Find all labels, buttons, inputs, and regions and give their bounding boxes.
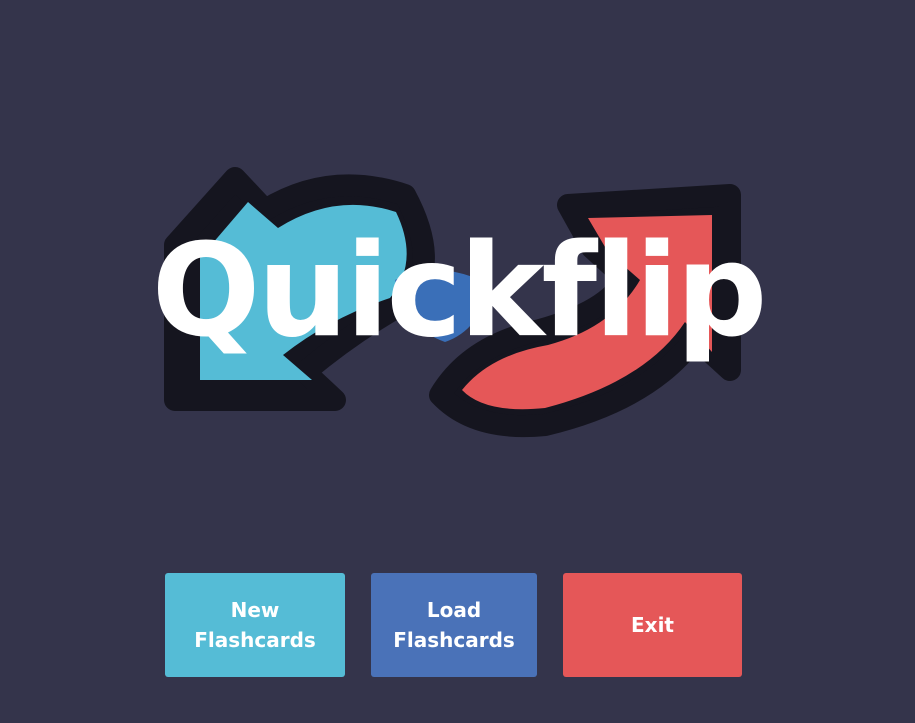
- load-flashcards-label-line1: Load: [426, 598, 482, 622]
- exit-label: Exit: [631, 613, 674, 637]
- app-title: Quickflip: [151, 217, 768, 366]
- new-flashcards-label-line1: New: [230, 598, 280, 622]
- new-flashcards-label-line2: Flashcards: [194, 628, 316, 652]
- new-flashcards-button[interactable]: New Flashcards: [165, 573, 345, 677]
- exit-button[interactable]: Exit: [563, 573, 742, 677]
- load-flashcards-button[interactable]: Load Flashcards: [371, 573, 537, 677]
- load-flashcards-label-line2: Flashcards: [393, 628, 515, 652]
